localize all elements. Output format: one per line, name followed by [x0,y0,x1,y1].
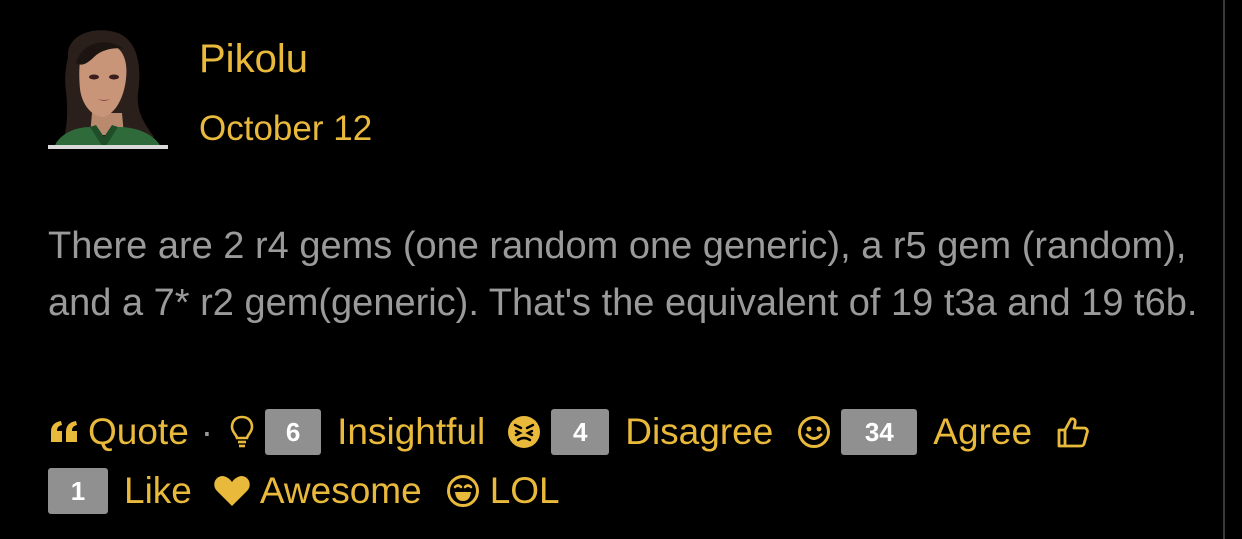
quote-icon[interactable] [46,420,82,444]
like-reaction[interactable]: Like [124,461,192,520]
lightbulb-icon[interactable] [227,415,257,449]
insightful-reaction[interactable]: Insightful [337,402,485,461]
avatar[interactable] [46,27,170,149]
post-body: There are 2 r4 gems (one random one gene… [48,225,1198,324]
post-date[interactable]: October 12 [199,108,372,150]
disagree-count: 4 [551,408,610,455]
smile-face-icon[interactable] [795,415,833,449]
disagree-reaction[interactable]: Disagree [625,402,773,461]
agree-count: 34 [841,408,918,455]
action-separator: · [200,411,214,452]
heart-icon[interactable] [212,475,252,507]
laughing-face-icon[interactable] [444,474,482,508]
angry-face-icon[interactable] [505,415,543,449]
author-username[interactable]: Pikolu [199,36,308,82]
thumbs-up-icon[interactable] [1054,414,1092,450]
insightful-count: 6 [265,408,322,455]
quote-button[interactable]: Quote [88,402,189,461]
agree-reaction[interactable]: Agree [933,402,1032,461]
reaction-row-1: Quote · 6 Insightful 4 Disagree 34 Agree [46,402,1166,461]
reaction-row-2: 1 Like Awesome LOL [46,461,1166,520]
comment-post: Pikolu October 12 There are 2 r4 gems (o… [0,0,1225,539]
like-count: 1 [48,467,108,514]
awesome-reaction[interactable]: Awesome [260,461,422,520]
lol-reaction[interactable]: LOL [490,461,560,520]
reaction-bar: Quote · 6 Insightful 4 Disagree 34 Agree… [46,402,1166,520]
